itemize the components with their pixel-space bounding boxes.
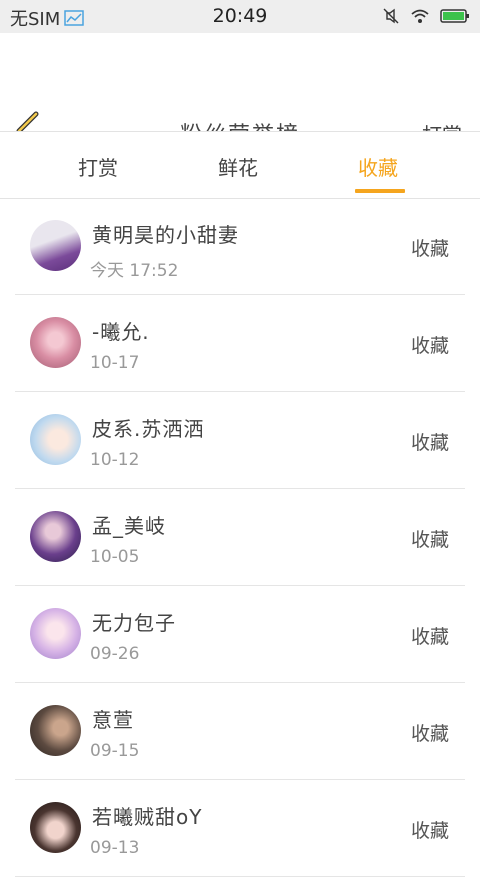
fan-name: 孟_美岐 <box>92 514 166 538</box>
avatar <box>30 511 81 562</box>
fan-date: 09-26 <box>90 644 140 664</box>
list-item[interactable]: 若曦贼甜oY 09-13 收藏 <box>15 780 465 877</box>
list-item[interactable]: 黄明昊的小甜妻 今天 17:52 收藏 <box>15 198 465 295</box>
fan-date: 10-12 <box>90 450 140 470</box>
tab-favorites[interactable]: 收藏 <box>358 152 398 181</box>
fan-name: 无力包子 <box>92 611 176 635</box>
fan-name: 皮系.苏洒洒 <box>92 417 205 441</box>
favorite-label: 收藏 <box>410 335 449 357</box>
fan-date: 10-05 <box>90 547 140 567</box>
avatar <box>30 220 81 271</box>
fan-name: -曦允. <box>92 320 150 344</box>
avatar <box>30 414 81 465</box>
fan-name: 意萱 <box>92 708 134 732</box>
avatar <box>30 317 81 368</box>
favorite-label: 收藏 <box>410 432 449 454</box>
favorite-label: 收藏 <box>410 529 449 551</box>
fan-name: 若曦贼甜oY <box>92 805 203 829</box>
avatar <box>30 705 81 756</box>
fan-date: 09-13 <box>90 838 140 858</box>
fan-date: 09-15 <box>90 741 140 761</box>
fan-date: 10-17 <box>90 353 140 373</box>
favorite-label: 收藏 <box>410 626 449 648</box>
header-bar: 粉丝荣誉榜 打赏 <box>0 33 480 151</box>
tab-reward[interactable]: 打赏 <box>78 152 118 181</box>
fan-list: 黄明昊的小甜妻 今天 17:52 收藏 -曦允. 10-17 收藏 皮系.苏洒洒… <box>0 198 480 877</box>
avatar <box>30 802 81 853</box>
favorite-label: 收藏 <box>410 723 449 745</box>
tab-flowers[interactable]: 鲜花 <box>218 152 258 181</box>
list-item[interactable]: 皮系.苏洒洒 10-12 收藏 <box>15 392 465 489</box>
battery-icon <box>440 8 470 24</box>
fan-name: 黄明昊的小甜妻 <box>92 223 239 247</box>
avatar <box>30 608 81 659</box>
wifi-icon <box>410 8 430 24</box>
list-item[interactable]: -曦允. 10-17 收藏 <box>15 295 465 392</box>
favorite-label: 收藏 <box>410 238 449 260</box>
mute-icon <box>382 7 400 25</box>
active-tab-indicator <box>355 189 405 193</box>
status-bar: 无SIM 20:49 <box>0 0 480 33</box>
fan-date: 今天 17:52 <box>90 261 179 281</box>
tab-bar: 打赏 鲜花 收藏 <box>0 131 480 199</box>
list-item[interactable]: 孟_美岐 10-05 收藏 <box>15 489 465 586</box>
list-item[interactable]: 无力包子 09-26 收藏 <box>15 586 465 683</box>
favorite-label: 收藏 <box>410 820 449 842</box>
list-item[interactable]: 意萱 09-15 收藏 <box>15 683 465 780</box>
